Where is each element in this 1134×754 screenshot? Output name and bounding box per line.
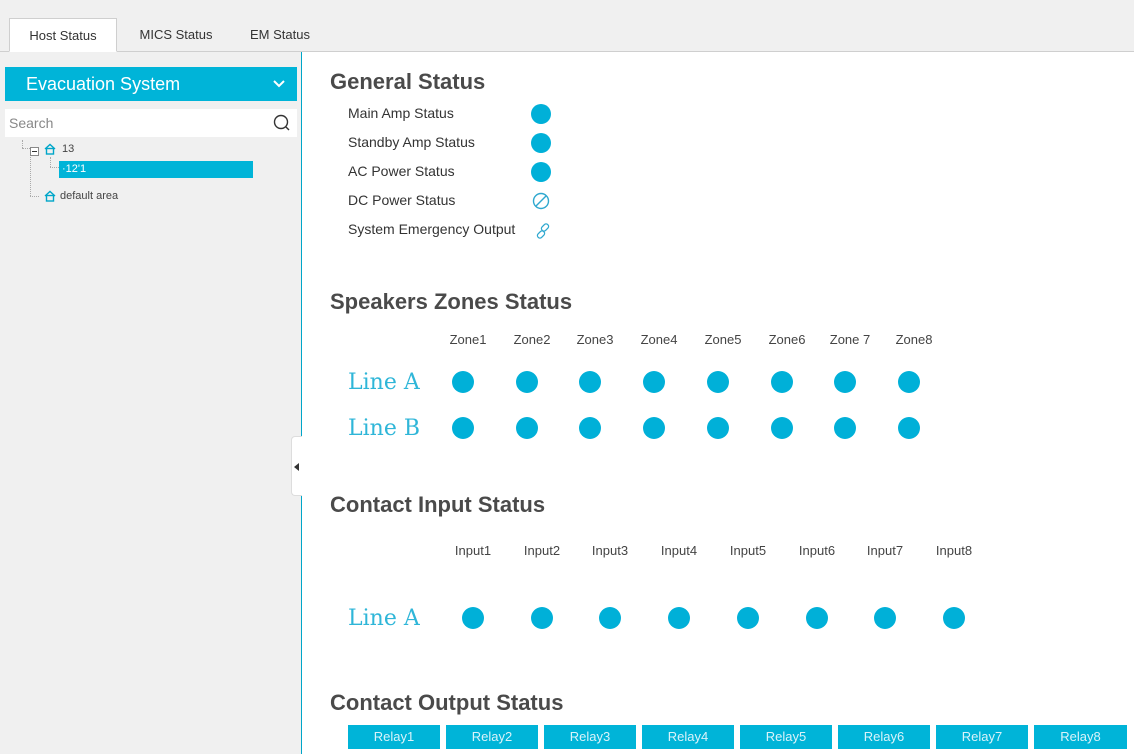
standby-amp-status-indicator <box>531 133 551 153</box>
zone-column-label: Zone 7 <box>829 332 871 347</box>
sidebar-header[interactable]: Evacuation System <box>5 67 297 101</box>
main-panel: General Status Main Amp Status Standby A… <box>303 52 1134 754</box>
home-icon <box>44 190 56 207</box>
tab-mics-status[interactable]: MICS Status <box>123 18 229 52</box>
area-tree: 13 ·12'1 default area <box>0 140 300 240</box>
tab-host-status[interactable]: Host Status <box>9 18 117 52</box>
input-column-label: Input5 <box>729 543 767 558</box>
input-column-label: Input7 <box>866 543 904 558</box>
relay-button[interactable]: Relay6 <box>838 725 930 749</box>
standby-amp-status-label: Standby Amp Status <box>348 134 475 150</box>
collapse-icon[interactable] <box>30 145 39 161</box>
search-box <box>5 109 297 137</box>
zone-indicator <box>643 371 665 393</box>
input-indicator <box>668 607 690 629</box>
relay-button[interactable]: Relay2 <box>446 725 538 749</box>
tree-node-13[interactable]: 13 <box>30 141 110 157</box>
disabled-icon <box>532 192 550 215</box>
tree-connector <box>30 157 31 196</box>
main-amp-status-indicator <box>531 104 551 124</box>
relay-button[interactable]: Relay7 <box>936 725 1028 749</box>
zone-indicator <box>834 371 856 393</box>
zone-indicator <box>707 371 729 393</box>
contact-input-status-title: Contact Input Status <box>330 492 546 517</box>
zone-indicator <box>707 417 729 439</box>
relay-button[interactable]: Relay8 <box>1034 725 1127 749</box>
line-a-label: Line A <box>348 370 420 395</box>
tree-connector <box>50 167 59 168</box>
home-icon <box>44 143 56 160</box>
zone-indicator <box>579 371 601 393</box>
tree-node-12-1[interactable]: ·12'1 <box>59 161 253 178</box>
input-column-label: Input8 <box>935 543 973 558</box>
zone-indicator <box>452 371 474 393</box>
main-amp-status-label: Main Amp Status <box>348 105 454 121</box>
zone-indicator <box>771 371 793 393</box>
zone-indicator <box>516 371 538 393</box>
sidebar: Evacuation System 13 ·12'1 <box>0 52 302 754</box>
zone-column-label: Zone8 <box>895 332 933 347</box>
input-indicator <box>737 607 759 629</box>
search-icon[interactable] <box>273 114 291 132</box>
relay-button[interactable]: Relay5 <box>740 725 832 749</box>
input-indicator <box>599 607 621 629</box>
tab-bar: Host Status MICS Status EM Status <box>0 0 1134 52</box>
input-line-a-label: Line A <box>348 606 420 631</box>
general-status-title: General Status <box>330 69 486 94</box>
zone-indicator <box>898 371 920 393</box>
zone-column-label: Zone2 <box>513 332 551 347</box>
input-column-label: Input4 <box>660 543 698 558</box>
tree-connector <box>30 196 39 197</box>
zone-indicator <box>771 417 793 439</box>
relay-button[interactable]: Relay1 <box>348 725 440 749</box>
sidebar-collapse-handle[interactable] <box>291 436 302 496</box>
tree-connector <box>22 148 30 149</box>
sidebar-title: Evacuation System <box>26 74 181 94</box>
dc-power-status-label: DC Power Status <box>348 192 456 208</box>
relay-button[interactable]: Relay3 <box>544 725 636 749</box>
tree-node-label: ·12'1 <box>62 163 87 175</box>
line-b-label: Line B <box>348 416 420 441</box>
zone-indicator <box>516 417 538 439</box>
zone-indicator <box>579 417 601 439</box>
system-emergency-output-label: System Emergency Output <box>348 221 516 237</box>
link-icon <box>534 222 552 245</box>
zone-column-label: Zone5 <box>704 332 742 347</box>
tab-em-status[interactable]: EM Status <box>235 18 325 52</box>
zone-indicator <box>452 417 474 439</box>
input-indicator <box>943 607 965 629</box>
relay-button[interactable]: Relay4 <box>642 725 734 749</box>
tree-node-label: default area <box>60 190 119 202</box>
input-indicator <box>806 607 828 629</box>
input-column-label: Input2 <box>523 543 561 558</box>
input-indicator <box>874 607 896 629</box>
zone-column-label: Zone1 <box>449 332 487 347</box>
speakers-zones-status-title: Speakers Zones Status <box>330 289 573 314</box>
zone-column-label: Zone3 <box>576 332 614 347</box>
zone-column-label: Zone6 <box>768 332 806 347</box>
contact-output-status-title: Contact Output Status <box>330 690 564 715</box>
chevron-down-icon[interactable] <box>271 67 287 101</box>
input-column-label: Input1 <box>454 543 492 558</box>
input-indicator <box>462 607 484 629</box>
input-column-label: Input6 <box>798 543 836 558</box>
tree-node-label: 13 <box>62 143 75 155</box>
tree-node-default-area[interactable]: default area <box>42 188 162 204</box>
input-column-label: Input3 <box>591 543 629 558</box>
zone-column-label: Zone4 <box>640 332 678 347</box>
ac-power-status-label: AC Power Status <box>348 163 455 179</box>
zone-indicator <box>898 417 920 439</box>
zone-indicator <box>834 417 856 439</box>
caret-left-icon <box>294 463 299 471</box>
input-indicator <box>531 607 553 629</box>
zone-indicator <box>643 417 665 439</box>
search-input[interactable] <box>5 109 265 137</box>
tree-connector <box>22 140 23 148</box>
ac-power-status-indicator <box>531 162 551 182</box>
